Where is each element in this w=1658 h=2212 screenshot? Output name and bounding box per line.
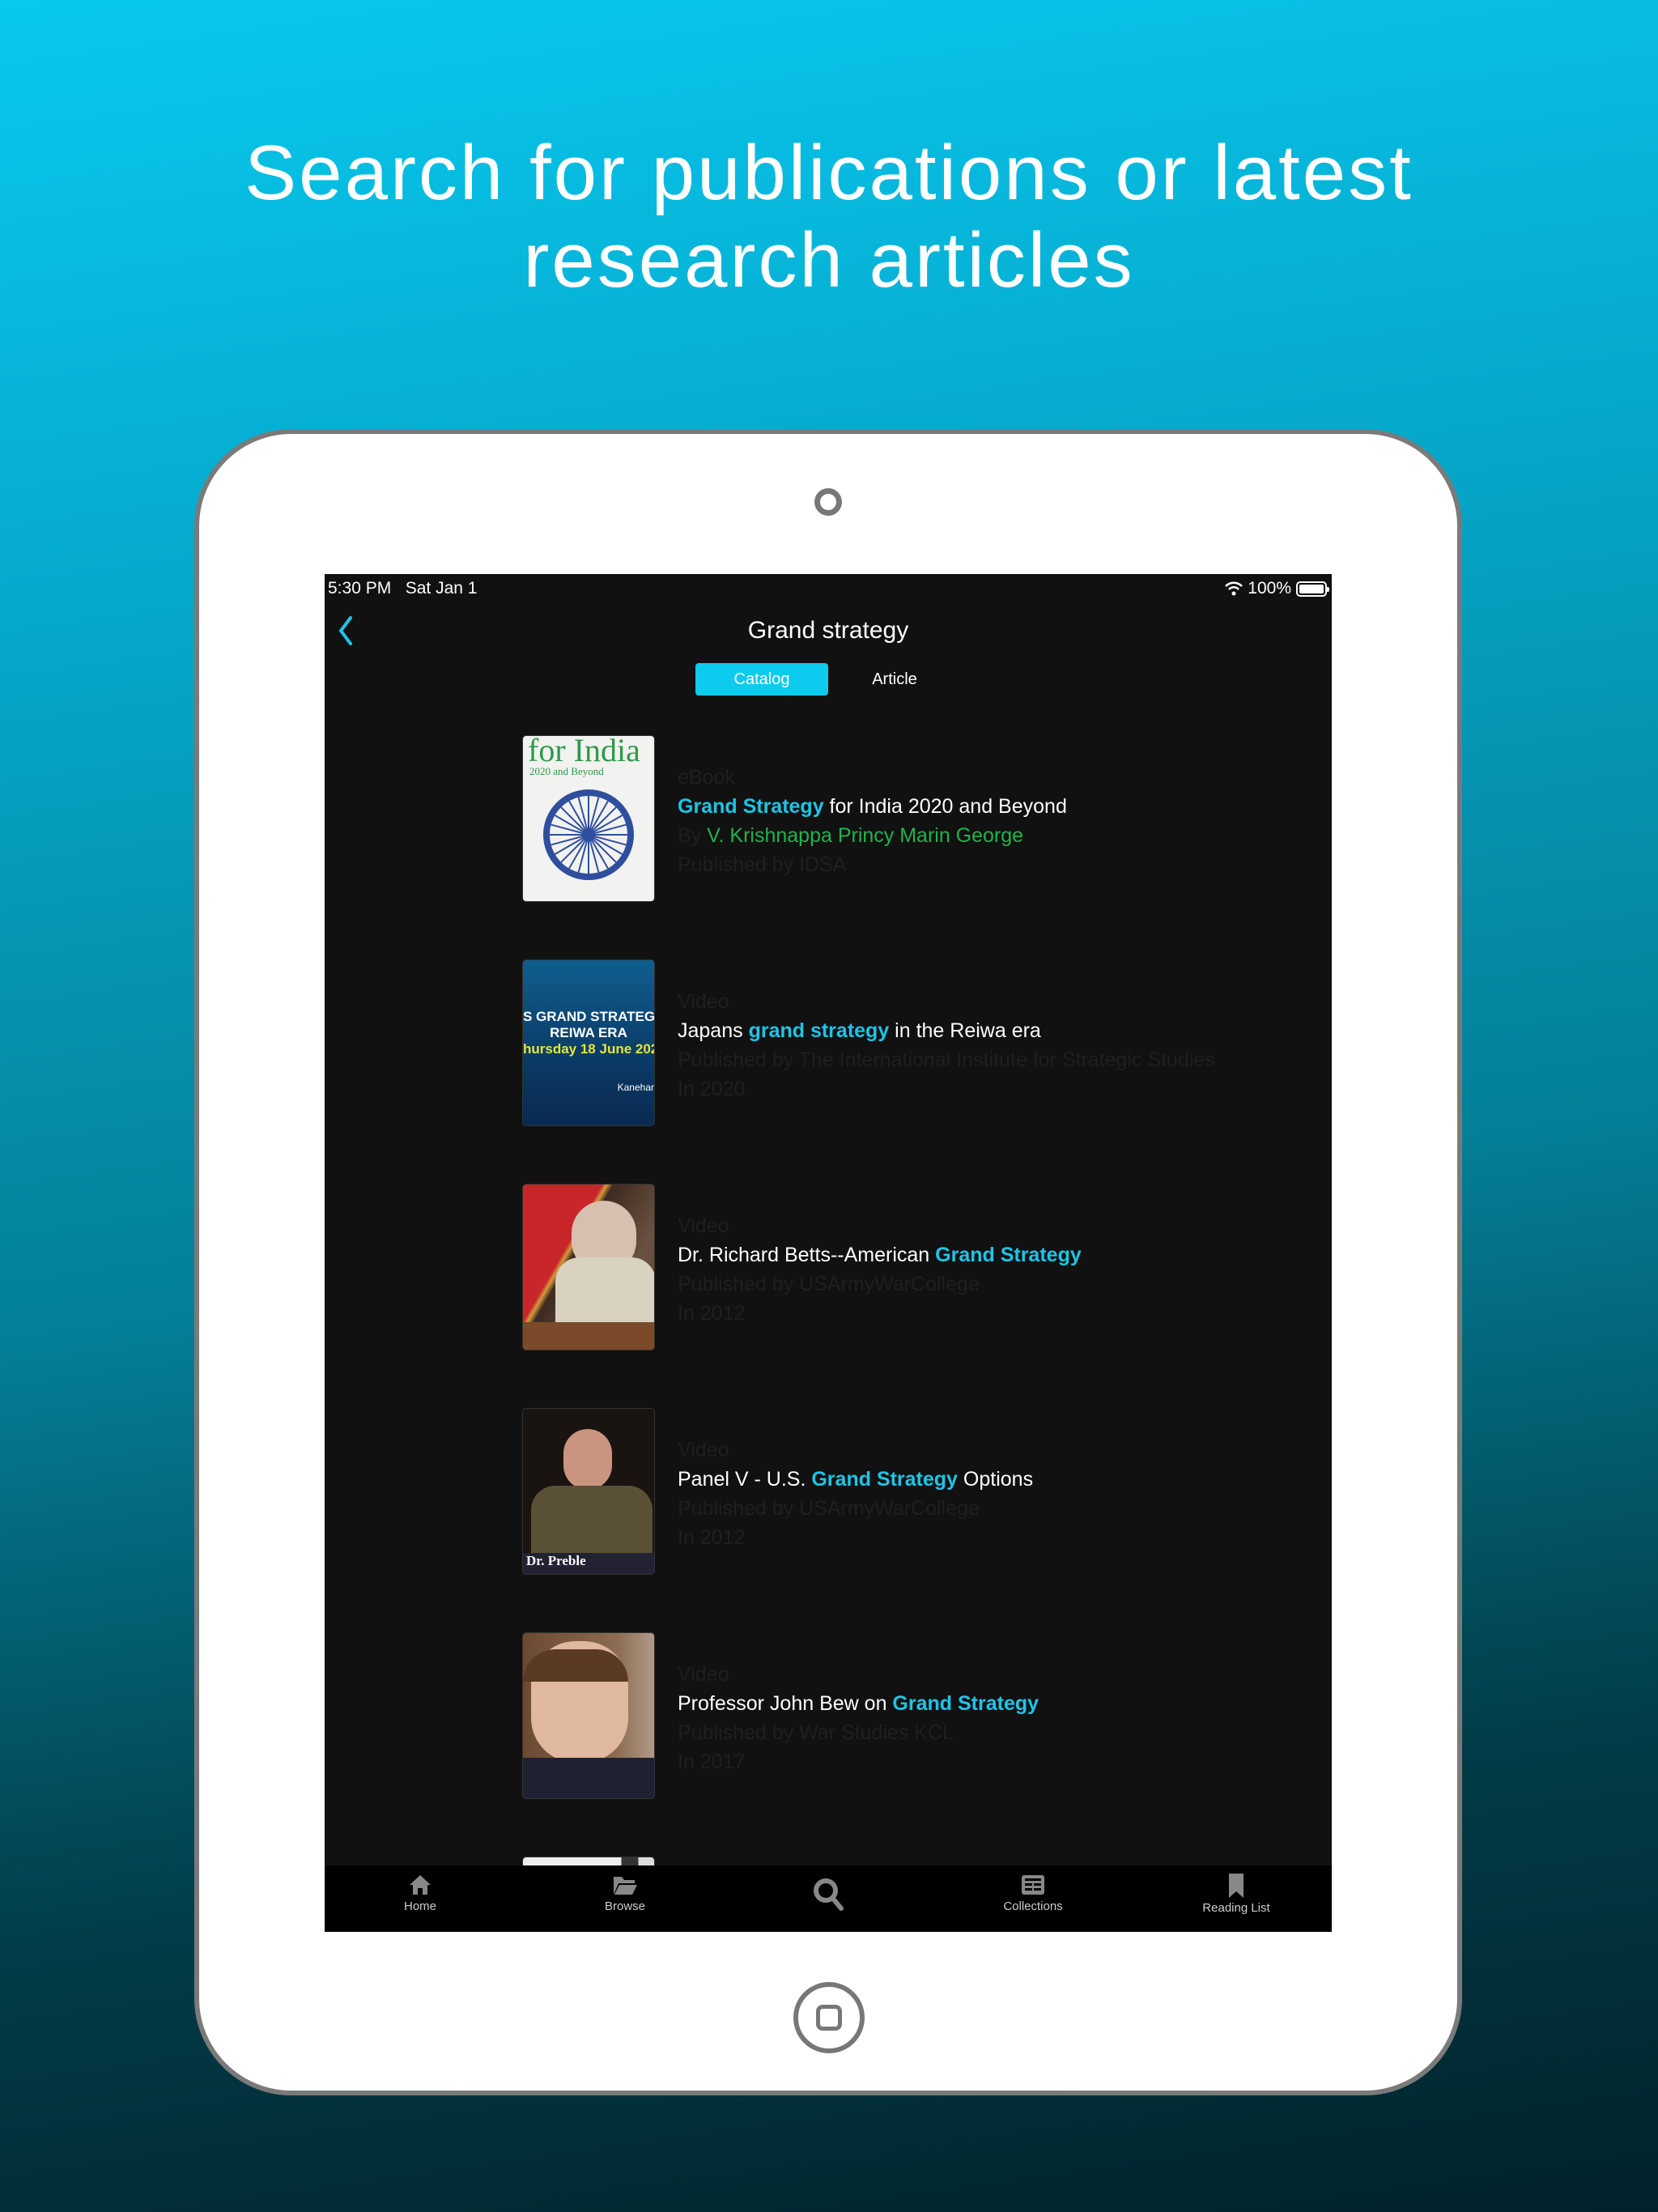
item-publisher: Published by War Studies KCL	[678, 1721, 954, 1744]
title-text: Dr. Richard Betts--American	[678, 1244, 936, 1266]
item-type: Video	[678, 990, 729, 1013]
item-year: In 2020	[678, 1078, 746, 1100]
segmented-control: Catalog Article	[695, 663, 961, 696]
tab-catalog[interactable]: Catalog	[695, 663, 828, 696]
item-info: Video Panel V - U.S. Grand Strategy Optio…	[678, 1436, 1033, 1552]
item-type: Video	[678, 1439, 729, 1461]
headline-line-2: research articles	[523, 217, 1135, 304]
page-title: Grand strategy	[747, 617, 909, 644]
item-info: Video Japans grand strategy in the Reiwa …	[678, 987, 1215, 1104]
list-item[interactable]: for India 2020 and Beyond eBook Grand Strat…	[522, 735, 1299, 902]
status-bar: 5:30 PM Sat Jan 1 100%	[325, 574, 1332, 603]
title-text: Japans	[678, 1019, 749, 1042]
item-publisher: Published by IDSA	[678, 853, 847, 876]
item-author[interactable]: V. Krishnappa Princy Marin George	[707, 824, 1023, 847]
item-info: Video Dr. Richard Betts--American Grand S…	[678, 1211, 1082, 1328]
tab-label: Browse	[604, 1899, 646, 1913]
tab-reading-list[interactable]: Reading List	[1155, 1874, 1317, 1915]
status-date: Sat Jan 1	[405, 579, 478, 598]
item-year: In 2012	[678, 1302, 746, 1325]
by-label: By	[678, 824, 708, 847]
battery-percent: 100%	[1248, 579, 1291, 598]
camera-icon	[814, 488, 842, 516]
thumbnail-video-betts[interactable]	[522, 1184, 655, 1351]
thumbnail-video-japan[interactable]: S GRAND STRATEGY REIWA ERA hursday 18 June…	[522, 959, 655, 1126]
title-text: Panel V - U.S.	[678, 1468, 812, 1491]
tab-label: Reading List	[1202, 1901, 1270, 1915]
item-title[interactable]: Japans grand strategy in the Reiwa era	[678, 1016, 1215, 1045]
home-icon	[339, 1874, 501, 1896]
item-publisher: Published by The International Institute…	[678, 1049, 1215, 1071]
item-title[interactable]: Dr. Richard Betts--American Grand Strate…	[678, 1240, 1082, 1270]
list-item[interactable]: S GRAND STRATEGY REIWA ERA hursday 18 June…	[522, 959, 1299, 1126]
item-type: Video	[678, 1663, 729, 1686]
home-hardware-button[interactable]	[793, 1982, 865, 2053]
tab-collections[interactable]: Collections	[952, 1874, 1114, 1913]
thumbnail-video-bew[interactable]	[522, 1632, 655, 1799]
search-highlight: Grand Strategy	[892, 1692, 1039, 1715]
headline-line-1: Search for publications or latest	[244, 130, 1414, 216]
thumbnail-book-cover-india[interactable]: for India 2020 and Beyond	[522, 735, 655, 902]
item-author-line: By V. Krishnappa Princy Marin George	[678, 821, 1067, 850]
list-item[interactable]: Video Dr. Richard Betts--American Grand S…	[522, 1184, 1299, 1351]
tab-home[interactable]: Home	[339, 1874, 501, 1913]
tab-search[interactable]	[747, 1877, 909, 1914]
search-highlight: Grand Strategy	[811, 1468, 958, 1491]
tab-browse[interactable]: Browse	[544, 1874, 706, 1913]
item-publisher: Published by USArmyWarCollege	[678, 1497, 980, 1520]
title-text: for India 2020 and Beyond	[823, 795, 1067, 818]
item-type: Video	[678, 1214, 729, 1237]
title-text: in the Reiwa era	[889, 1019, 1041, 1042]
search-highlight: grand strategy	[748, 1019, 890, 1042]
search-highlight: Grand Strategy	[935, 1244, 1082, 1266]
status-time: 5:30 PM	[328, 579, 392, 598]
title-text: Options	[957, 1468, 1034, 1491]
search-highlight: Grand Strategy	[678, 795, 824, 818]
thumbnail-video-preble[interactable]: Dr. Preble	[522, 1408, 655, 1575]
collections-icon	[952, 1874, 1114, 1896]
title-text: Professor John Bew on	[678, 1692, 893, 1715]
tab-bar: Home Browse Collections Reading List	[325, 1865, 1332, 1932]
item-info: Video Professor John Bew on Grand Strateg…	[678, 1660, 1039, 1776]
item-title[interactable]: Professor John Bew on Grand Strategy	[678, 1689, 1039, 1718]
tab-label: Collections	[1003, 1899, 1063, 1913]
battery-icon	[1296, 581, 1329, 597]
thumb-text: S GRAND STRATEGY REIWA ERA	[523, 1009, 655, 1040]
tab-article[interactable]: Article	[828, 663, 961, 696]
item-publisher: Published by USArmyWarCollege	[678, 1273, 980, 1295]
item-title[interactable]: Grand Strategy for India 2020 and Beyond	[678, 792, 1067, 821]
tab-label: Home	[403, 1899, 436, 1913]
folder-icon	[544, 1874, 706, 1896]
search-icon	[747, 1877, 909, 1911]
headline: Search for publications or latest resear…	[0, 130, 1658, 304]
item-year: In 2017	[678, 1750, 746, 1773]
bookmark-icon	[1155, 1874, 1317, 1898]
item-year: In 2012	[678, 1526, 746, 1549]
list-item[interactable]: Dr. Preble Video Panel V - U.S. Grand Stra…	[522, 1408, 1299, 1575]
list-item[interactable]: Video Professor John Bew on Grand Strateg…	[522, 1632, 1299, 1799]
item-info: eBook Grand Strategy for India 2020 and B…	[678, 763, 1067, 879]
app-screen: 5:30 PM Sat Jan 1 100% Grand strategy Ca…	[325, 574, 1332, 1932]
item-title[interactable]: Panel V - U.S. Grand Strategy Options	[678, 1465, 1033, 1494]
item-type: eBook	[678, 766, 735, 789]
wifi-icon	[1225, 581, 1244, 596]
